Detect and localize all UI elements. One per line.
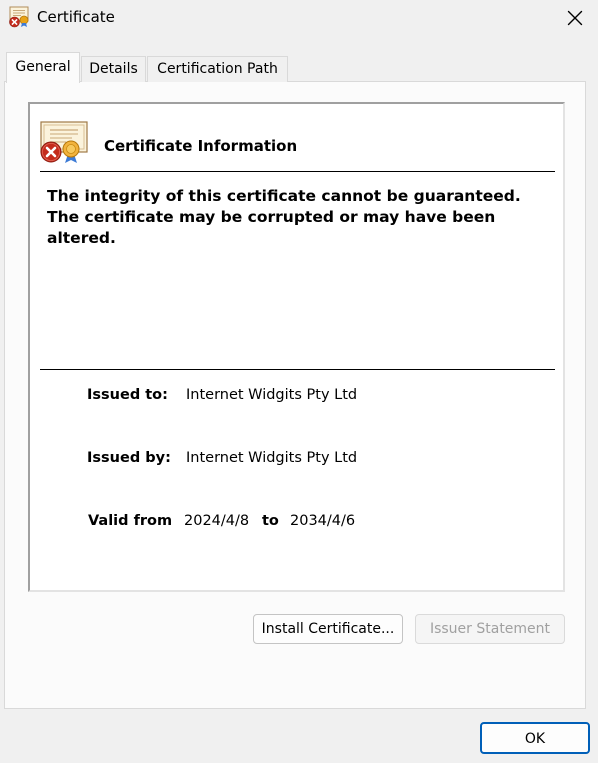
divider	[40, 171, 555, 172]
close-button[interactable]	[556, 3, 594, 33]
warning-line: The integrity of this certificate cannot…	[47, 187, 521, 205]
certificate-dialog: Certificate General Details Certificatio…	[0, 0, 598, 763]
issued-by-label: Issued by:	[87, 450, 171, 466]
valid-to-date: 2034/4/6	[290, 513, 356, 529]
valid-to-label: to	[262, 513, 279, 529]
valid-from-date: 2024/4/8	[184, 513, 250, 529]
warning-line: The certificate may be corrupted or may …	[47, 208, 496, 226]
tab-general[interactable]: General	[6, 52, 80, 83]
certificate-error-icon	[40, 121, 88, 163]
issued-to-label: Issued to:	[87, 387, 168, 403]
tab-certification-path[interactable]: Certification Path	[147, 56, 288, 82]
valid-from-label: Valid from	[88, 513, 173, 529]
close-icon	[567, 10, 583, 26]
window-title: Certificate	[37, 8, 115, 26]
title-bar: Certificate	[0, 0, 598, 36]
ok-button[interactable]: OK	[480, 722, 590, 754]
install-certificate-button[interactable]: Install Certificate...	[253, 614, 403, 644]
issued-to-value: Internet Widgits Pty Ltd	[186, 387, 358, 403]
warning-line: altered.	[47, 229, 116, 247]
issuer-statement-button: Issuer Statement	[415, 614, 565, 644]
certificate-error-icon	[9, 6, 29, 28]
certificate-information-heading: Certificate Information	[104, 137, 298, 155]
tab-details[interactable]: Details	[81, 56, 146, 82]
divider	[40, 369, 555, 370]
issued-by-value: Internet Widgits Pty Ltd	[186, 450, 358, 466]
integrity-warning: The integrity of this certificate cannot…	[47, 186, 527, 249]
